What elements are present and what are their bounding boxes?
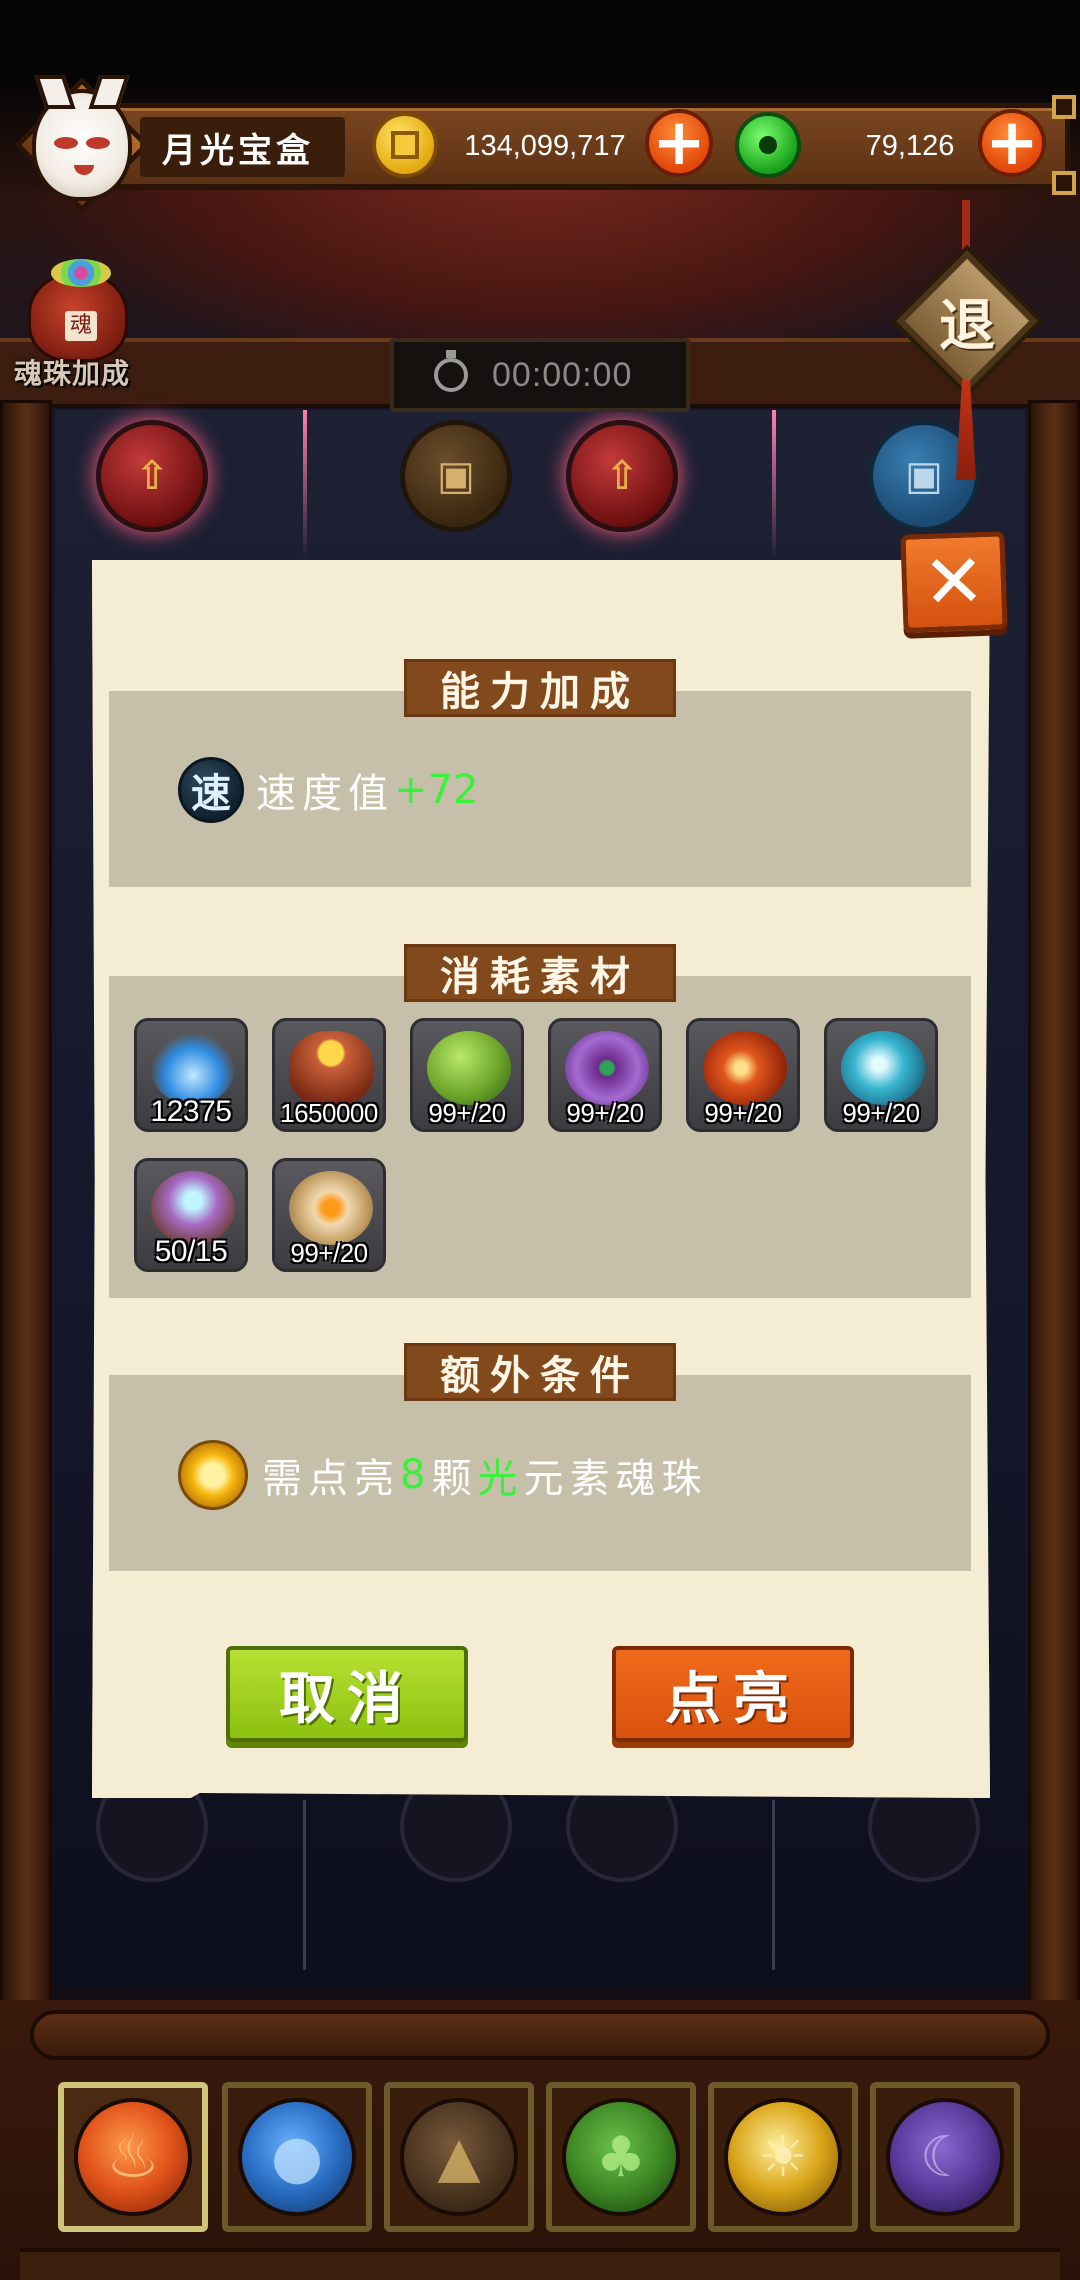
material-count: 99+/20 [704, 1098, 782, 1128]
mountain-icon: ▲ [400, 2098, 518, 2216]
tab-wood[interactable]: ♣ [546, 2082, 696, 2232]
soul-bead-boost-orb[interactable]: ⇧ [566, 420, 678, 532]
light-up-button[interactable]: 点亮 [612, 1646, 854, 1742]
jade-coin-icon [735, 112, 801, 178]
condition-section-title: 额外条件 [404, 1343, 676, 1401]
connector-line [772, 410, 776, 560]
material-blue-flame[interactable]: 12375 [134, 1018, 248, 1132]
speed-icon: 速 [178, 757, 244, 823]
player-avatar[interactable] [12, 75, 152, 215]
material-count: 99+/20 [290, 1238, 368, 1268]
add-jade-button[interactable]: + [978, 109, 1046, 177]
timer-box: 00:00:00 [390, 338, 690, 412]
soul-bead-bonus-label[interactable]: 魂珠加成 [14, 352, 130, 392]
flame-icon: ♨ [74, 2098, 192, 2216]
ability-section-title: 能力加成 [404, 659, 676, 717]
unlock-dialog: 能力加成 速 速度值 +72 消耗素材 12375 1650000 99+/20… [92, 560, 990, 1798]
speed-stat-label: 速度值 [256, 771, 394, 817]
tab-light[interactable]: ☀ [708, 2082, 858, 2232]
connector-line [303, 1800, 306, 1970]
sun-icon [178, 1440, 248, 1510]
peacock-feather-orb-icon [565, 1031, 649, 1105]
material-count: 99+/20 [842, 1098, 920, 1128]
bag-label-glyph: 魂 [65, 311, 97, 341]
material-count: 99+/20 [566, 1098, 644, 1128]
exit-label: 退 [939, 293, 995, 359]
soul-bead-boost-orb[interactable]: ⇧ [96, 420, 208, 532]
condition-unit: 颗 [431, 1456, 478, 1502]
material-count: 12375 [150, 1095, 232, 1128]
condition-suffix: 元素魂珠 [523, 1456, 708, 1502]
amber-gem-orb-icon [289, 1171, 373, 1245]
condition-row: 需点亮 8 颗光元素魂珠 [178, 1440, 707, 1510]
cancel-button[interactable]: 取消 [226, 1646, 468, 1742]
material-count: 1650000 [280, 1098, 378, 1128]
resource-bar: 月光宝盒 134,099,717 + 79,126 + [14, 75, 1076, 213]
material-clover-orb[interactable]: 99+/20 [410, 1018, 524, 1132]
soul-bead-locked-orb[interactable]: ▣ [400, 420, 512, 532]
sun-icon: ☀ [724, 2098, 842, 2216]
clover-orb-icon [427, 1031, 511, 1105]
timer-text: 00:00:00 [492, 355, 633, 394]
gold-bag-icon [289, 1031, 373, 1105]
corner-ornament [1052, 171, 1076, 195]
close-dialog-button[interactable]: ✕ [900, 531, 1008, 633]
material-ice-crystal-orb[interactable]: 99+/20 [824, 1018, 938, 1132]
fire-heart-orb-icon [703, 1031, 787, 1105]
connector-line [772, 1800, 775, 1970]
stopwatch-icon [434, 350, 468, 392]
tab-dark[interactable]: ☾ [870, 2082, 1020, 2232]
exit-button[interactable]: 退 [896, 250, 1038, 392]
moon-icon: ☾ [886, 2098, 1004, 2216]
gold-coin-icon [372, 112, 438, 178]
condition-element: 光 [477, 1456, 524, 1502]
bottom-rail [20, 2248, 1060, 2280]
connector-line [303, 410, 307, 560]
tab-water[interactable]: ● [222, 2082, 372, 2232]
tab-fire[interactable]: ♨ [58, 2082, 208, 2232]
material-count: 99+/20 [428, 1098, 506, 1128]
corner-ornament [1052, 95, 1076, 119]
material-fire-heart-orb[interactable]: 99+/20 [686, 1018, 800, 1132]
material-gold-bag[interactable]: 1650000 [272, 1018, 386, 1132]
ice-crystal-orb-icon [841, 1031, 925, 1105]
material-peacock-orb[interactable]: 99+/20 [548, 1018, 662, 1132]
condition-prefix: 需点亮 [262, 1456, 400, 1502]
material-count: 50/15 [154, 1235, 228, 1268]
tab-earth[interactable]: ▲ [384, 2082, 534, 2232]
condition-count: 8 [400, 1452, 432, 1498]
materials-section-title: 消耗素材 [404, 944, 676, 1002]
left-pillar [0, 400, 52, 2020]
speed-stat-row: 速 速度值 +72 [178, 757, 478, 823]
spirit-chest-icon [151, 1171, 235, 1245]
material-amber-gem-orb[interactable]: 99+/20 [272, 1158, 386, 1272]
blue-flame-icon [151, 1031, 235, 1105]
gold-amount: 134,099,717 [464, 129, 626, 162]
water-drop-icon: ● [238, 2098, 356, 2216]
right-pillar [1028, 400, 1080, 2020]
soul-bead-bonus-bag-icon[interactable]: 魂 [28, 259, 128, 362]
material-spirit-chest[interactable]: 50/15 [134, 1158, 248, 1272]
add-gold-button[interactable]: + [645, 109, 713, 177]
speed-stat-value: +72 [394, 767, 479, 813]
fox-mask-icon [32, 75, 132, 201]
leaf-icon: ♣ [562, 2098, 680, 2216]
player-name: 月光宝盒 [140, 117, 345, 177]
bottom-rail [30, 2010, 1050, 2060]
